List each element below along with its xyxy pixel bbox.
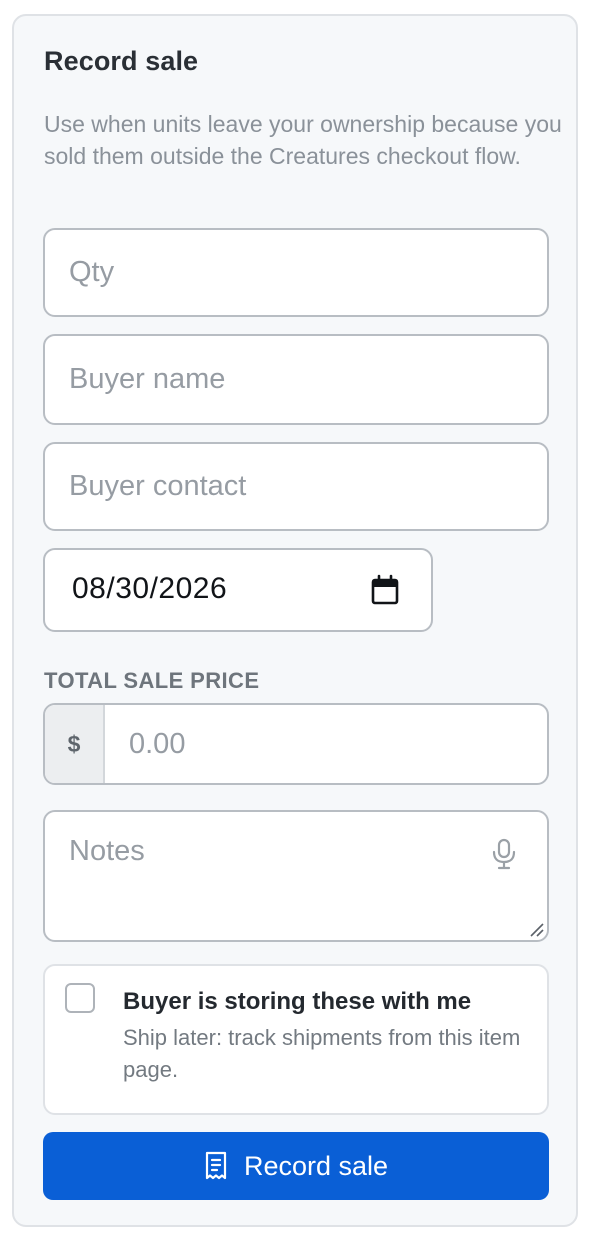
- total-sale-price-label: TOTAL SALE PRICE: [44, 668, 260, 693]
- card-description: Use when units leave your ownership beca…: [44, 111, 562, 169]
- sale-price-input[interactable]: [105, 705, 547, 783]
- qty-field[interactable]: [43, 228, 549, 317]
- buyer-name-input[interactable]: [45, 336, 547, 423]
- card-title: Record sale: [44, 46, 199, 76]
- record-sale-card: Record sale Use when units leave your ow…: [12, 14, 578, 1227]
- microphone-icon[interactable]: [491, 838, 517, 870]
- notes-textarea[interactable]: [45, 812, 547, 940]
- calendar-icon[interactable]: [370, 574, 400, 606]
- receipt-icon: [205, 1151, 227, 1180]
- notes-field[interactable]: [43, 810, 549, 942]
- sale-price-field[interactable]: $: [43, 703, 549, 785]
- buyer-contact-input[interactable]: [45, 444, 547, 529]
- record-sale-button-label: Record sale: [243, 1150, 389, 1181]
- buyer-name-field[interactable]: [43, 334, 549, 425]
- sale-date-field[interactable]: 08/30/2026: [43, 548, 433, 632]
- qty-input[interactable]: [45, 230, 547, 315]
- buyer-storing-checkbox[interactable]: [65, 983, 95, 1013]
- sale-date-value[interactable]: 08/30/2026: [72, 572, 227, 606]
- sale-price-input-wrap[interactable]: [105, 705, 547, 783]
- buyer-contact-field[interactable]: [43, 442, 549, 531]
- record-sale-button[interactable]: Record sale: [43, 1132, 549, 1200]
- buyer-storing-title: Buyer is storing these with me: [123, 988, 472, 1015]
- currency-addon: $: [45, 705, 105, 783]
- buyer-storing-subtitle: Ship later: track shipments from this it…: [123, 1025, 521, 1082]
- resize-handle-icon[interactable]: [528, 921, 544, 937]
- buyer-storing-option[interactable]: Buyer is storing these with me Ship late…: [43, 964, 549, 1115]
